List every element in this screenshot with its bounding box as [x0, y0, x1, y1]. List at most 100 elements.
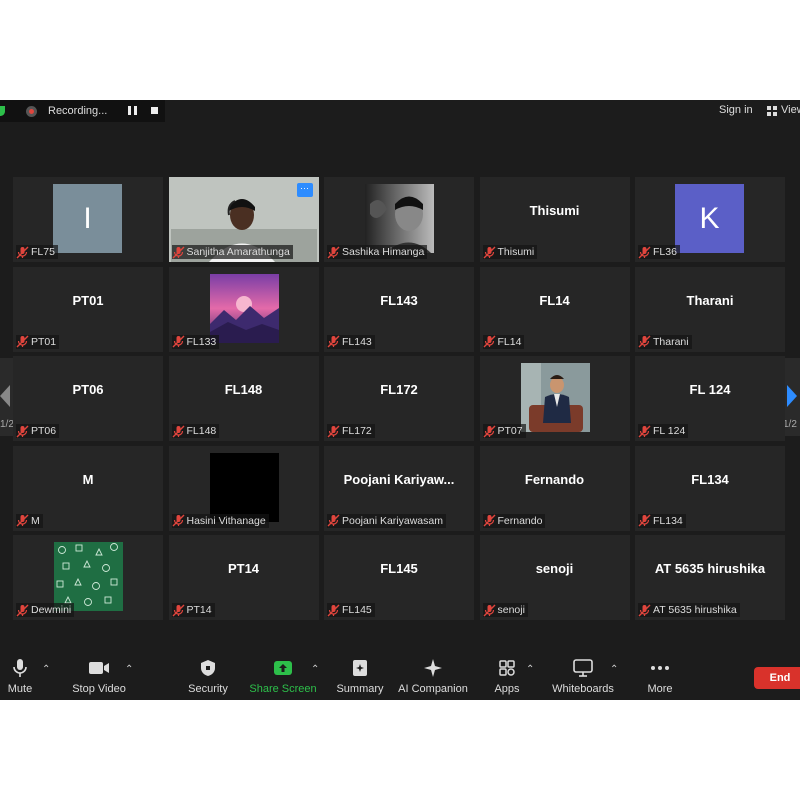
participant-display-name: PT14 — [227, 561, 260, 576]
video-options-chevron-icon[interactable]: ⌃ — [125, 664, 133, 675]
participant-profile-picture — [209, 452, 279, 522]
participant-tile[interactable]: senoji senoji — [479, 535, 630, 620]
more-options-button[interactable]: ··· — [296, 183, 313, 197]
participant-tile[interactable]: Sashika Himanga — [324, 177, 474, 262]
shield-icon — [200, 655, 216, 681]
participant-tile[interactable]: ··· Sanjitha Amarathunga — [168, 177, 319, 262]
mute-button[interactable]: Mute — [6, 655, 34, 700]
participant-tile[interactable]: FL172 FL172 — [324, 356, 474, 441]
share-screen-icon — [273, 655, 293, 681]
more-dots-icon — [650, 655, 670, 681]
participant-name: senoji — [497, 604, 525, 616]
microphone-muted-icon — [172, 514, 184, 527]
participant-name-label: Hasini Vithanage — [171, 513, 269, 528]
microphone-muted-icon — [638, 335, 651, 348]
participant-tile[interactable]: FL145 FL145 — [324, 535, 474, 620]
participant-tile[interactable]: Poojani Kariyaw... Poojani Kariyawasam — [324, 445, 474, 531]
participant-tile[interactable]: Fernando Fernando — [479, 445, 630, 531]
participant-tile[interactable]: FL148 FL148 — [168, 356, 319, 441]
participant-name-label: FL143 — [327, 334, 375, 349]
participant-name: Sanjitha Amarathunga — [186, 246, 290, 258]
recording-icon — [26, 105, 37, 117]
share-options-chevron-icon[interactable]: ⌃ — [311, 664, 319, 675]
participant-display-name: FL134 — [691, 471, 729, 487]
encryption-shield-icon[interactable] — [0, 106, 5, 116]
participant-display-name: FL145 — [380, 561, 418, 576]
microphone-muted-icon — [638, 514, 651, 527]
mute-label: Mute — [7, 683, 33, 695]
end-meeting-button[interactable]: End — [754, 667, 800, 689]
participant-tile[interactable]: FL134 FL134 — [635, 445, 785, 531]
participant-name-label: PT07 — [482, 424, 526, 438]
participant-name: FL134 — [653, 514, 683, 527]
sparkle-icon — [423, 655, 443, 681]
ai-companion-button[interactable]: AI Companion — [398, 655, 468, 700]
participant-tile[interactable]: I FL75 — [13, 177, 163, 262]
microphone-muted-icon — [638, 604, 651, 616]
participant-name-label: FL134 — [638, 513, 686, 528]
participant-name: FL145 — [342, 604, 372, 616]
grid-view-icon[interactable] — [767, 106, 777, 116]
participant-display-name: Poojani Kariyaw... — [343, 471, 455, 487]
participant-name: Hasini Vithanage — [186, 514, 266, 527]
participant-tile[interactable]: FL 124 FL 124 — [635, 356, 785, 441]
apps-button[interactable]: Apps — [494, 655, 520, 700]
participant-name: Tharani — [653, 335, 689, 348]
pause-recording-icon[interactable] — [128, 106, 137, 116]
audio-options-chevron-icon[interactable]: ⌃ — [42, 664, 50, 675]
apps-label: Apps — [494, 683, 520, 695]
microphone-muted-icon — [327, 425, 340, 437]
stop-recording-icon[interactable] — [151, 107, 158, 114]
whiteboards-options-chevron-icon[interactable]: ⌃ — [610, 664, 618, 675]
more-button[interactable]: More — [646, 655, 674, 700]
participant-profile-picture — [54, 542, 123, 611]
participant-tile[interactable]: PT14 PT14 — [168, 535, 319, 620]
microphone-muted-icon — [16, 514, 29, 527]
participant-tile[interactable]: PT07 — [479, 356, 630, 441]
participant-name-label: Fernando — [482, 513, 546, 528]
ai-companion-label: AI Companion — [398, 683, 468, 695]
participant-profile-picture — [520, 363, 590, 432]
microphone-muted-icon — [483, 246, 495, 258]
participant-tile[interactable]: FL143 FL143 — [324, 266, 474, 352]
summary-button[interactable]: Summary — [336, 655, 384, 700]
participant-tile[interactable]: Thisumi Thisumi — [479, 177, 630, 262]
participant-name-label: AT 5635 hirushika — [638, 603, 740, 617]
participant-tile[interactable]: Tharani Tharani — [635, 266, 785, 352]
participant-name-label: Tharani — [638, 334, 692, 349]
participant-tile[interactable]: MM — [13, 445, 163, 531]
participant-name-label: Sanjitha Amarathunga — [171, 245, 293, 259]
participant-tile[interactable]: FL133 — [168, 266, 319, 352]
microphone-muted-icon — [172, 246, 184, 258]
participant-name-label: FL145 — [327, 603, 375, 617]
microphone-muted-icon — [327, 604, 340, 616]
stop-video-button[interactable]: Stop Video — [72, 655, 126, 700]
participant-name-label: Thisumi — [482, 245, 538, 259]
page-indicator-left: 1/2 — [0, 419, 14, 430]
apps-options-chevron-icon[interactable]: ⌃ — [526, 664, 534, 675]
summary-label: Summary — [336, 683, 384, 695]
security-button[interactable]: Security — [188, 655, 228, 700]
participant-grid: I FL75 ··· Sanjitha Amarathunga Sashika Hima… — [13, 177, 785, 620]
participant-tile[interactable]: AT 5635 hirushika AT 5635 hirushika — [635, 535, 785, 620]
participant-name: PT01 — [31, 335, 57, 348]
participant-tile[interactable]: Hasini Vithanage — [168, 445, 319, 531]
microphone-icon — [12, 655, 28, 681]
participant-tile[interactable]: Dewmini — [13, 535, 163, 620]
participant-tile[interactable]: FL14 FL14 — [479, 266, 630, 352]
meeting-toolbar: Mute ⌃ Stop Video ⌃ Security Share Scree… — [0, 655, 800, 700]
share-screen-button[interactable]: Share Screen — [249, 655, 317, 700]
microphone-muted-icon — [172, 604, 184, 616]
participant-name-label: FL 124 — [638, 424, 689, 438]
participant-name: FL133 — [186, 335, 217, 348]
participant-tile[interactable]: K FL36 — [635, 177, 785, 262]
participant-tile[interactable]: PT06 PT06 — [13, 356, 163, 441]
stop-video-label: Stop Video — [72, 683, 126, 695]
whiteboards-button[interactable]: Whiteboards — [552, 655, 614, 700]
sign-in-link[interactable]: Sign in — [719, 104, 753, 116]
participant-tile[interactable]: PT01 PT01 — [13, 266, 163, 352]
microphone-muted-icon — [483, 335, 495, 348]
participant-name-label: PT01 — [16, 334, 60, 349]
participant-name: Thisumi — [497, 246, 535, 258]
view-button[interactable]: View — [781, 104, 800, 116]
